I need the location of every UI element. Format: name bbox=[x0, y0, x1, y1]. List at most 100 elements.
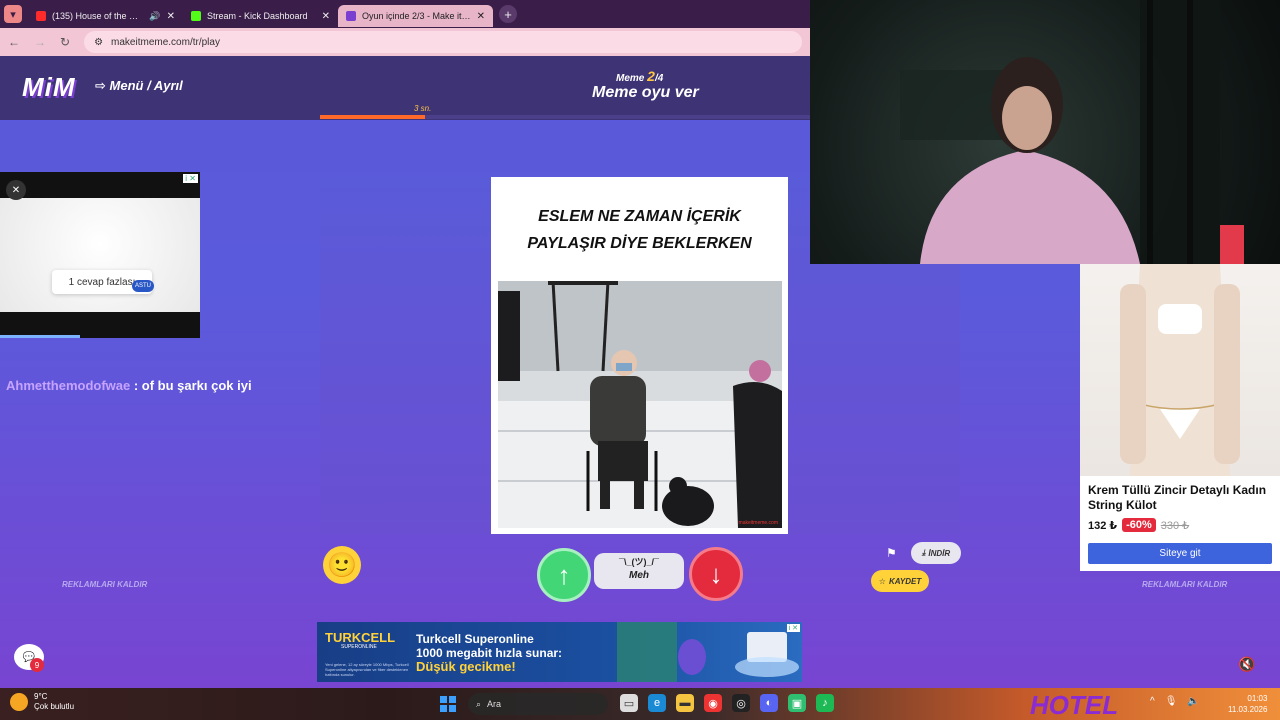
obs-icon[interactable]: ◎ bbox=[732, 694, 750, 712]
file-icon[interactable]: ▭ bbox=[620, 694, 638, 712]
product-ad[interactable]: Krem Tüllü Zincir Detaylı Kadın String K… bbox=[1080, 264, 1280, 571]
taskbar-search[interactable]: ⌕ Ara bbox=[468, 693, 608, 715]
save-button[interactable]: ☆ KAYDET bbox=[871, 570, 929, 592]
app-icon[interactable]: ▣ bbox=[788, 694, 806, 712]
tab-title: Oyun içinde 2/3 - Make it Meme bbox=[362, 11, 471, 21]
banner-headline: Turkcell Superonline 1000 megabit hızla … bbox=[416, 632, 563, 660]
price-row: 132 ₺ -60% 330 ₺ bbox=[1088, 518, 1189, 532]
start-button[interactable] bbox=[440, 696, 456, 712]
tab-title: (135) House of the Rising S... bbox=[52, 11, 143, 21]
tab-search-button[interactable]: ▾ bbox=[4, 5, 22, 23]
product-image[interactable] bbox=[1080, 264, 1280, 476]
download-button[interactable]: ⤓ İNDİR bbox=[911, 542, 961, 564]
browser-tab-makeitmeme[interactable]: Oyun içinde 2/3 - Make it Meme ✕ bbox=[338, 5, 493, 27]
close-tab-icon[interactable]: ✕ bbox=[477, 11, 485, 22]
meh-button[interactable]: ¯\_(ツ)_/¯ Meh bbox=[594, 553, 684, 589]
star-icon: ☆ bbox=[878, 576, 886, 586]
banner-fine-print: Yeni gelene, 12 ay süreyle 1000 Mbps, Tu… bbox=[325, 662, 409, 677]
meme-card: ESLEM NE ZAMAN İÇERİK PAYLAŞIR DİYE BEKL… bbox=[491, 177, 788, 534]
meme-counter-current: 2 bbox=[647, 68, 655, 84]
ad-close-icon[interactable]: i ✕ bbox=[786, 624, 800, 632]
weather-desc: Çok bulutlu bbox=[34, 702, 75, 711]
back-icon[interactable]: ← bbox=[8, 35, 20, 49]
chat-message: Ahmetthemodofwae : of bu şarkı çok iyi bbox=[6, 378, 252, 393]
meme-photo-illustration bbox=[498, 281, 782, 528]
youtube-favicon-icon bbox=[36, 11, 46, 21]
close-tab-icon[interactable]: ✕ bbox=[322, 11, 330, 22]
game-header: MiM ⇨ Menü / Ayrıl Meme 2/4 Meme oyu ver bbox=[0, 56, 810, 120]
site-info-icon[interactable]: ⚙ bbox=[94, 37, 103, 48]
meme-photo: makeitmeme.com bbox=[498, 281, 782, 528]
reload-icon[interactable]: ↻ bbox=[60, 35, 70, 49]
forward-icon[interactable]: → bbox=[34, 35, 46, 49]
downvote-button[interactable]: ↓ bbox=[689, 547, 743, 601]
edge-icon[interactable]: e bbox=[648, 694, 666, 712]
windows-taskbar: 9°C Çok bulutlu ⌕ Ara ▭ e ▬ ◉ ◎ ◐ ▣ ♪ HO… bbox=[0, 688, 1280, 720]
mim-logo[interactable]: MiM bbox=[22, 72, 76, 103]
clock-date: 11.03.2026 bbox=[1228, 705, 1268, 714]
meme-caption: ESLEM NE ZAMAN İÇERİK PAYLAŞIR DİYE BEKL… bbox=[527, 208, 752, 252]
product-title[interactable]: Krem Tüllü Zincir Detaylı Kadın String K… bbox=[1088, 483, 1276, 513]
close-tab-icon[interactable]: ✕ bbox=[167, 11, 175, 22]
video-top-strip bbox=[0, 172, 200, 198]
remove-ads-link-right[interactable]: REKLAMLARI KALDIR bbox=[1142, 580, 1227, 589]
arrow-down-icon: ↓ bbox=[709, 558, 723, 589]
folder-icon[interactable]: ▬ bbox=[676, 694, 694, 712]
report-flag-icon[interactable]: ⚑ bbox=[886, 546, 897, 560]
makeitmeme-favicon-icon bbox=[346, 11, 356, 21]
new-tab-button[interactable]: + bbox=[499, 5, 517, 23]
turkcell-logo: TURKCELL bbox=[325, 630, 396, 645]
timer-text: 3 sn. bbox=[414, 104, 432, 113]
turkcell-sublogo: SUPERONLINE bbox=[341, 644, 377, 650]
save-label: KAYDET bbox=[888, 576, 922, 586]
kick-favicon-icon bbox=[191, 11, 201, 21]
timer-bar-fill bbox=[320, 115, 425, 119]
chevron-up-icon[interactable]: ^ bbox=[1150, 696, 1155, 707]
url-field[interactable]: ⚙ makeitmeme.com/tr/play bbox=[84, 31, 802, 53]
tab-title: Stream - Kick Dashboard bbox=[207, 11, 308, 21]
weather-widget[interactable]: 9°C Çok bulutlu bbox=[10, 692, 74, 712]
start-tile bbox=[440, 696, 447, 703]
spotify-icon[interactable]: ♪ bbox=[816, 694, 834, 712]
turkcell-banner-ad[interactable]: TURKCELL SUPERONLINE Turkcell Superonlin… bbox=[317, 622, 802, 682]
upvote-button[interactable]: ↑ bbox=[537, 548, 591, 602]
chat-username: Ahmetthemodofwae bbox=[6, 378, 131, 393]
microphone-icon[interactable]: 🎙 bbox=[1165, 696, 1178, 707]
taskbar-clock[interactable]: 01:03 11.03.2026 bbox=[1228, 693, 1267, 715]
timer-bar bbox=[320, 115, 810, 119]
video-ad[interactable]: 1 cevap fazlası ASTU ✕ i ✕ bbox=[0, 172, 200, 338]
shrug-face: ¯\_(ツ)_/¯ bbox=[619, 557, 659, 567]
ad-info-icon[interactable]: i ✕ bbox=[183, 174, 198, 183]
wallpaper-hotel-text: HOTEL bbox=[1030, 690, 1119, 720]
taskbar-apps: ▭ e ▬ ◉ ◎ ◐ ▣ ♪ bbox=[620, 694, 834, 712]
chrome-icon[interactable]: ◉ bbox=[704, 694, 722, 712]
clock-time: 01:03 bbox=[1247, 694, 1268, 703]
download-icon: ⤓ bbox=[921, 548, 926, 557]
speaker-icon[interactable]: 🔈 bbox=[1187, 696, 1199, 707]
menu-leave-label: Menü / Ayrıl bbox=[109, 78, 183, 93]
menu-leave-link[interactable]: ⇨ Menü / Ayrıl bbox=[95, 78, 183, 94]
page-instruction: Meme oyu ver bbox=[592, 84, 699, 101]
meh-label: Meh bbox=[629, 570, 649, 581]
browser-tab-kick[interactable]: Stream - Kick Dashboard ✕ bbox=[183, 5, 338, 27]
mute-icon[interactable]: ✕ bbox=[6, 180, 26, 200]
webcam-overlay bbox=[810, 0, 1280, 264]
meme-counter-prefix: Meme bbox=[616, 73, 645, 84]
meme-counter-total: /4 bbox=[654, 73, 664, 84]
sound-mute-icon[interactable]: 🔇 bbox=[1238, 656, 1255, 673]
meme-counter: Meme 2/4 bbox=[616, 68, 663, 84]
video-progress-bar bbox=[0, 335, 80, 338]
start-tile bbox=[440, 705, 447, 712]
discord-icon[interactable]: ◐ bbox=[760, 694, 778, 712]
search-icon: ⌕ bbox=[476, 698, 482, 709]
audio-icon[interactable]: 🔊 bbox=[149, 11, 160, 22]
browser-tab-youtube[interactable]: (135) House of the Rising S... 🔊 ✕ bbox=[28, 5, 183, 27]
browser-tab-bar: ▾ (135) House of the Rising S... 🔊 ✕ Str… bbox=[0, 0, 810, 28]
remove-ads-link-left[interactable]: REKLAMLARI KALDIR bbox=[62, 580, 147, 589]
reaction-emoji-button[interactable]: 🙂 bbox=[323, 546, 361, 584]
old-price: 330 ₺ bbox=[1160, 519, 1190, 532]
ad-brand-logo: ASTU bbox=[132, 280, 154, 292]
meme-credit: makeitmeme.com bbox=[738, 520, 778, 526]
chat-unread-badge: 9 bbox=[30, 658, 44, 672]
visit-site-button[interactable]: Siteye git bbox=[1088, 543, 1272, 564]
